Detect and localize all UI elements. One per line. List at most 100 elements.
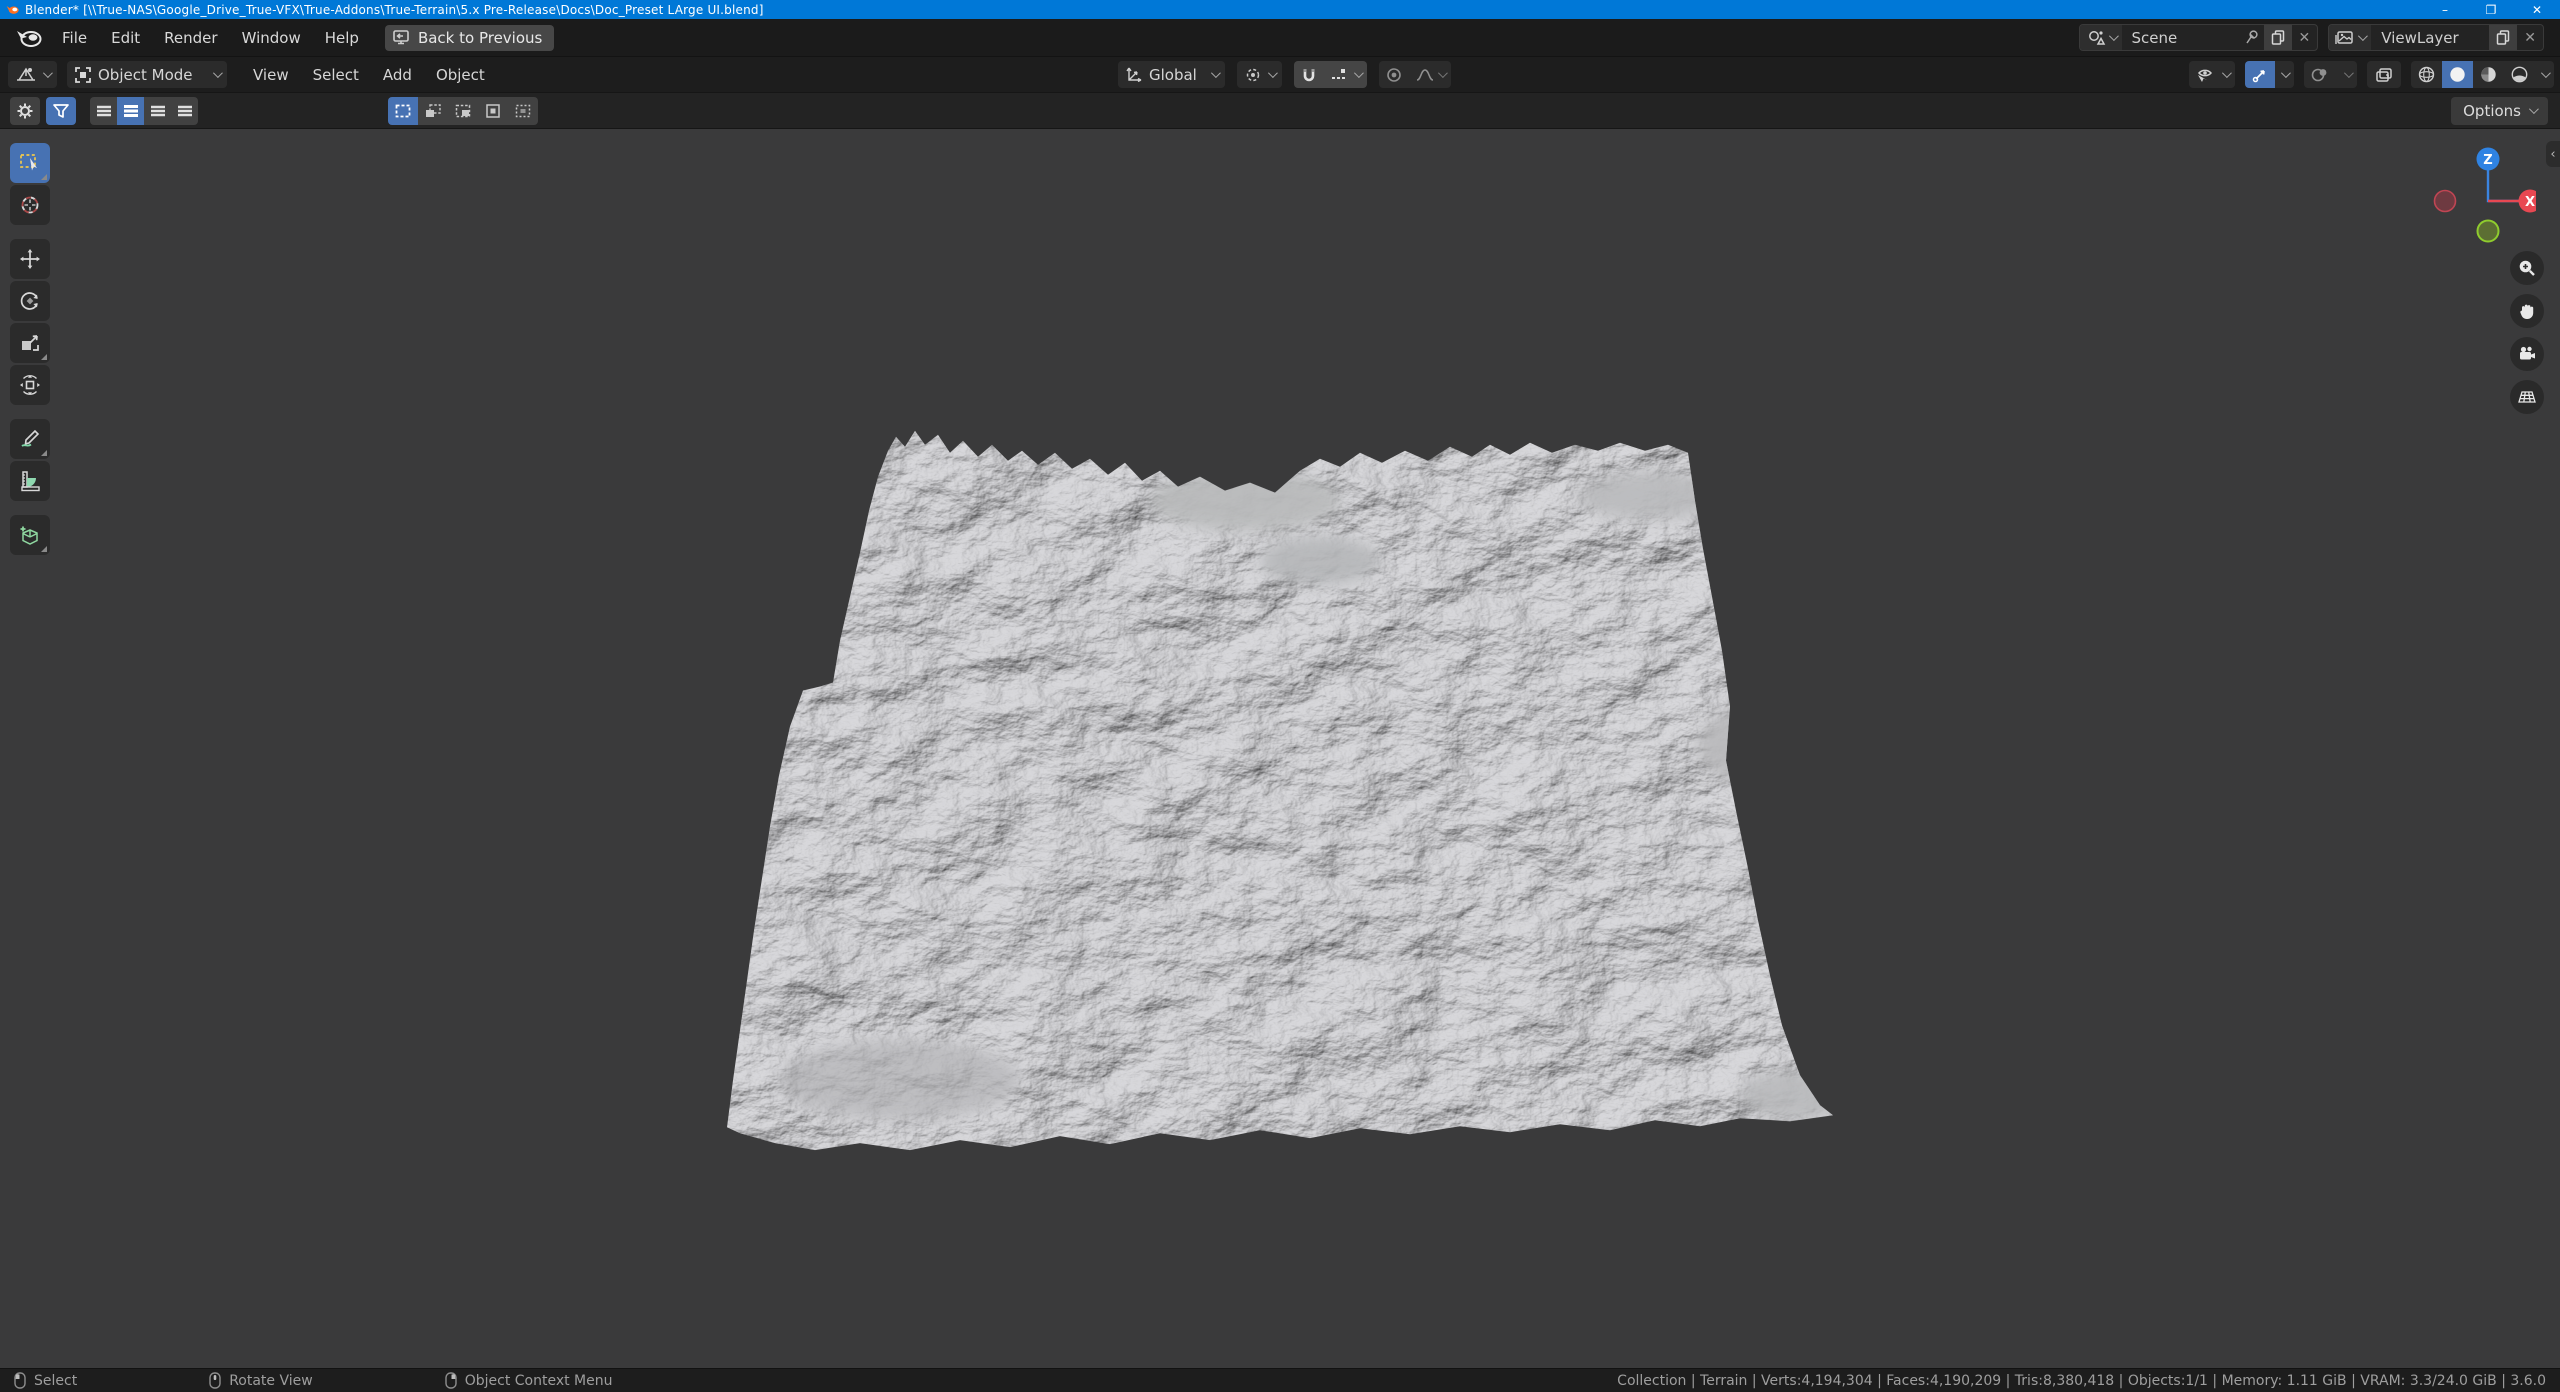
hint-select-label: Select — [34, 1373, 77, 1389]
pan-button[interactable] — [2510, 294, 2544, 328]
tool-annotate[interactable] — [10, 419, 50, 459]
blender-menu-logo-icon[interactable] — [14, 26, 44, 50]
option-rows-1-button[interactable] — [90, 97, 117, 125]
option-rows-4-button[interactable] — [171, 97, 198, 125]
hint-select: Select — [14, 1372, 77, 1389]
viewlayer-name[interactable]: ViewLayer — [2371, 29, 2489, 47]
axis-neg-x-ball[interactable] — [2435, 191, 2456, 212]
filter-button[interactable] — [46, 97, 76, 125]
option-rows-2-button[interactable] — [117, 97, 144, 125]
os-titlebar: Blender* [\\True-NAS\Google_Drive_True-V… — [0, 0, 2560, 19]
tool-rotate[interactable] — [10, 281, 50, 321]
proportional-editing-toggle[interactable] — [1379, 61, 1409, 88]
tool-select-box[interactable] — [10, 143, 50, 183]
view-axis-gizmo[interactable]: Z X — [2426, 137, 2536, 247]
menu-select[interactable]: Select — [301, 62, 371, 88]
axis-y-ball[interactable] — [2478, 221, 2499, 242]
viewlayer-browse-button[interactable] — [2329, 25, 2371, 50]
pan-hand-icon — [2517, 301, 2537, 321]
shading-solid-button[interactable] — [2442, 61, 2473, 88]
minimize-button[interactable]: – — [2422, 0, 2468, 19]
snap-toggle-button[interactable] — [1294, 61, 1324, 88]
viewlayer-remove-button[interactable]: ✕ — [2517, 30, 2543, 46]
hint-rotate-view: Rotate View — [209, 1372, 313, 1389]
menu-view[interactable]: View — [241, 62, 301, 88]
shading-material-button[interactable] — [2473, 61, 2504, 88]
shading-rendered-button[interactable] — [2504, 61, 2535, 88]
transform-orientation-dropdown[interactable]: Global — [1118, 61, 1225, 88]
option-rows-3-button[interactable] — [144, 97, 171, 125]
gizmos-dropdown[interactable] — [2275, 61, 2294, 88]
visibility-group — [2189, 61, 2235, 88]
move-icon — [18, 247, 42, 271]
select-invert-button[interactable] — [478, 97, 508, 125]
xray-toggle[interactable] — [2367, 61, 2401, 88]
overlays-dropdown[interactable] — [2338, 61, 2357, 88]
options-label: Options — [2463, 102, 2521, 120]
select-intersect-button[interactable] — [508, 97, 538, 125]
tool-move[interactable] — [10, 239, 50, 279]
scene-browse-button[interactable] — [2080, 25, 2122, 50]
falloff-curve-icon — [1415, 66, 1435, 84]
viewlayer-new-button[interactable] — [2489, 25, 2517, 50]
orthographic-toggle-button[interactable] — [2510, 380, 2544, 414]
tool-transform[interactable] — [10, 365, 50, 405]
tool-settings-gear-button[interactable] — [10, 97, 40, 125]
hint-context-menu: Object Context Menu — [445, 1372, 613, 1389]
back-to-previous-button[interactable]: Back to Previous — [385, 25, 554, 51]
tool-add-cube[interactable] — [10, 515, 50, 555]
overlays-icon — [2310, 66, 2332, 84]
viewport-3d[interactable]: Z X — [0, 129, 2560, 1368]
select-subtract-button[interactable] — [448, 97, 478, 125]
close-button[interactable]: ✕ — [2514, 0, 2560, 19]
select-set-icon — [394, 102, 412, 120]
shading-dropdown[interactable] — [2535, 61, 2554, 88]
box-select-icon — [18, 151, 42, 175]
menu-help[interactable]: Help — [313, 25, 371, 51]
rotate-icon — [18, 289, 42, 313]
tool-measure[interactable] — [10, 461, 50, 501]
menu-object[interactable]: Object — [424, 62, 497, 88]
tool-cursor[interactable] — [10, 185, 50, 225]
gear-icon — [16, 102, 34, 120]
tool-scale[interactable] — [10, 323, 50, 363]
option-rows-icon — [150, 104, 166, 118]
menu-render[interactable]: Render — [152, 25, 229, 51]
pin-icon[interactable] — [2244, 29, 2260, 46]
menu-add[interactable]: Add — [371, 62, 424, 88]
viewport-nav-buttons — [2510, 251, 2544, 414]
tool-settings-bar: Options — [0, 92, 2560, 129]
select-extend-button[interactable] — [418, 97, 448, 125]
shading-wireframe-button[interactable] — [2411, 61, 2442, 88]
options-dropdown[interactable]: Options — [2451, 97, 2548, 125]
camera-view-button[interactable] — [2510, 337, 2544, 371]
zoom-button[interactable] — [2510, 251, 2544, 285]
shading-solid-icon — [2448, 65, 2467, 84]
pivot-point-dropdown[interactable] — [1237, 61, 1282, 88]
snap-settings-dropdown[interactable] — [1324, 61, 1367, 88]
editor-type-button[interactable] — [8, 61, 57, 88]
scene-name[interactable]: Scene — [2122, 29, 2240, 47]
show-overlays-toggle[interactable] — [2304, 61, 2338, 88]
scene-new-button[interactable] — [2264, 25, 2292, 50]
menu-edit[interactable]: Edit — [99, 25, 152, 51]
show-gizmos-toggle[interactable] — [2245, 61, 2275, 88]
select-set-button[interactable] — [388, 97, 418, 125]
scene-unlink-button[interactable]: ✕ — [2292, 30, 2318, 46]
cursor-icon — [18, 193, 42, 217]
menu-window[interactable]: Window — [230, 25, 313, 51]
object-visibility-button[interactable] — [2189, 61, 2235, 88]
menu-file[interactable]: File — [50, 25, 99, 51]
camera-view-icon — [2517, 344, 2537, 364]
funnel-icon — [52, 102, 70, 120]
falloff-dropdown[interactable] — [1409, 61, 1451, 88]
select-invert-icon — [484, 102, 502, 120]
mode-dropdown[interactable]: Object Mode — [67, 61, 227, 88]
back-screen-icon — [393, 30, 411, 45]
restore-button[interactable]: ❐ — [2468, 0, 2514, 19]
sidebar-collapse-arrow[interactable]: ‹ — [2546, 141, 2560, 167]
zoom-icon — [2517, 258, 2537, 278]
mouse-middle-icon — [209, 1372, 221, 1389]
gizmos-group — [2245, 61, 2294, 88]
proportional-editing-icon — [1385, 66, 1403, 84]
